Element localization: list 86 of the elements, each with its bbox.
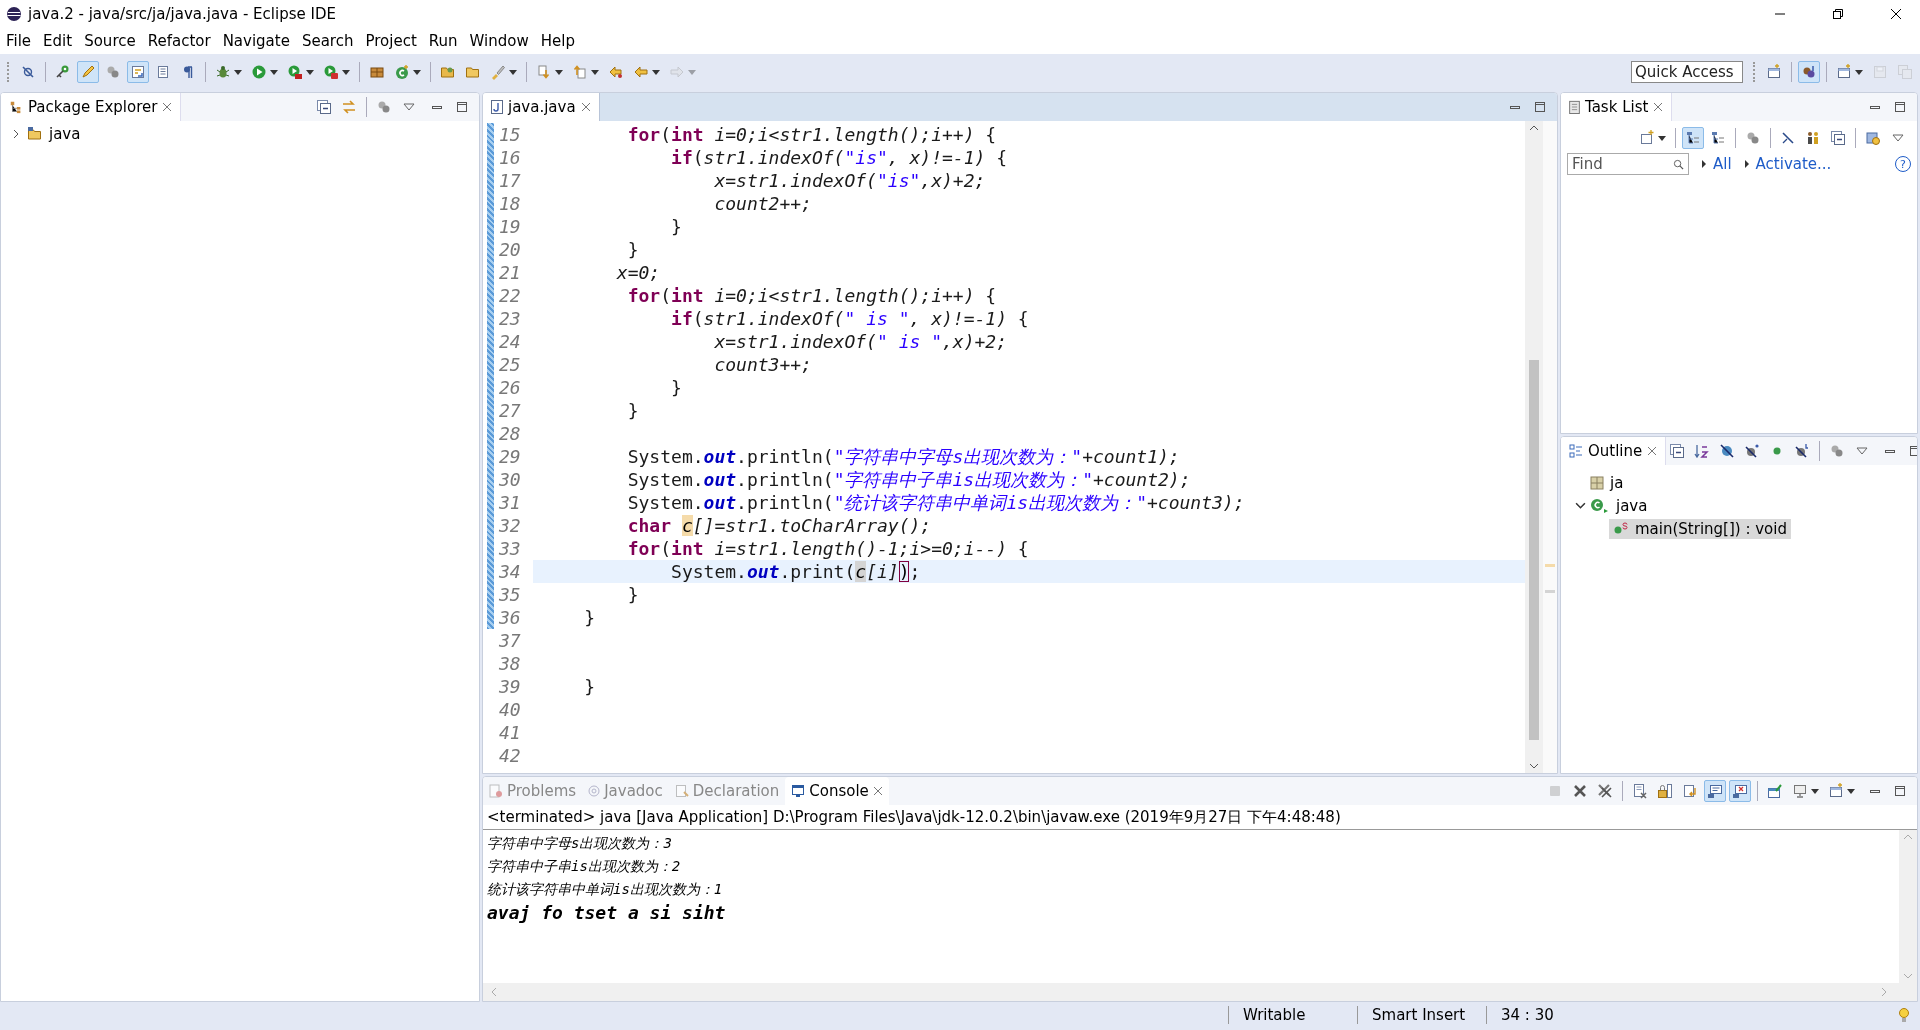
outline-icon	[1569, 444, 1583, 458]
console-output: avaj fo tset a si siht	[487, 901, 727, 924]
menu-item[interactable]: Project	[365, 32, 417, 50]
status-field: Smart Insert	[1357, 1006, 1486, 1024]
code-line: }	[583, 675, 596, 698]
line-number: 34	[495, 560, 533, 583]
view-tab[interactable]: Console	[785, 777, 889, 805]
code-line: count3++;	[713, 353, 812, 376]
code-line: if(str1.indexOf("is", x)!=-1) {	[670, 146, 1008, 169]
scroll-down-icon[interactable]	[1529, 763, 1539, 769]
pen-icon[interactable]	[77, 61, 99, 83]
quick-access-field[interactable]: Quick Access	[1631, 61, 1743, 83]
menu-item[interactable]: Search	[301, 32, 354, 50]
console-header: <terminated> java [Java Application] D:\Program Files\Java\jdk-12.0.2\bin\javaw.exe (2019年9月27日 下午4:48:48)	[483, 805, 1917, 830]
menu-item[interactable]: Help	[540, 32, 575, 50]
view-title: Outline	[1588, 442, 1643, 460]
triangle-icon	[1743, 159, 1750, 169]
code-line: for(int i=0;i<str1.length();i++) {	[626, 284, 997, 307]
find-field[interactable]: Find	[1567, 153, 1689, 175]
warning-list-icon	[489, 784, 503, 798]
code-line: System.out.println("字符串中子串is出现次数为："+count2);	[626, 468, 1191, 491]
view-tab[interactable]: Task List	[1561, 93, 1673, 121]
monitor-icon	[791, 784, 806, 798]
monitor-icon[interactable]	[1704, 780, 1726, 802]
code-line: count2++;	[713, 192, 812, 215]
code-line: }	[670, 376, 682, 399]
tree-icon[interactable]	[1682, 127, 1704, 149]
status-field: Writable	[1228, 1006, 1357, 1024]
code-line: x=0;	[615, 261, 661, 284]
menu-item[interactable]: Refactor	[147, 32, 211, 50]
cubes-icon[interactable]	[1798, 61, 1820, 83]
menu-item[interactable]: Source	[84, 32, 136, 50]
class-icon	[1590, 497, 1610, 514]
eclipse-logo-icon	[6, 6, 22, 22]
close-icon[interactable]	[1890, 8, 1902, 20]
code-line: System.out.println("字符串中字母s出现次数为："+count1);	[626, 445, 1180, 468]
chevron-icon[interactable]	[1575, 500, 1586, 511]
code-line: }	[670, 215, 682, 238]
code-line: System.out.println("统计该字符串中单词is出现次数为："+count3);	[626, 491, 1245, 514]
code-line: }	[583, 606, 596, 629]
view-title: Package Explorer	[28, 98, 158, 116]
code-line: if(str1.indexOf(" is ", x)!=-1) {	[670, 307, 1029, 330]
status-field: 34 : 30	[1486, 1006, 1568, 1024]
search-icon[interactable]	[1673, 159, 1684, 170]
package-tree-icon	[9, 100, 23, 114]
chevron-icon[interactable]	[11, 129, 21, 139]
folder-icon	[27, 126, 43, 142]
code-line: for(int i=0;i<str1.length();i++) {	[626, 123, 997, 146]
window-title: java.2 - java/src/ja/java.java - Eclipse IDE	[28, 5, 336, 23]
lightbulb-icon[interactable]	[1898, 1007, 1910, 1023]
triangle-icon	[1701, 159, 1707, 169]
view-tab[interactable]: Outline	[1561, 437, 1667, 465]
console-output: 字符串中字母s出现次数为：3	[487, 834, 673, 853]
code-line: x=str1.indexOf("is",x)+2;	[713, 169, 986, 192]
code-line: char c[]=str1.toCharArray();	[626, 514, 932, 537]
tree-item[interactable]: java	[1590, 495, 1652, 516]
code-line: }	[626, 583, 639, 606]
scroll-up-icon[interactable]	[1529, 125, 1539, 131]
tree-item[interactable]: ja	[1590, 472, 1628, 493]
restore-icon[interactable]	[1832, 8, 1844, 20]
document-icon	[674, 784, 689, 798]
menu-item[interactable]: Run	[428, 32, 458, 50]
editor-tab[interactable]: java.java	[483, 93, 600, 121]
code-line: }	[626, 399, 639, 422]
menu-item[interactable]: Window	[469, 32, 529, 50]
code-line: for(int i=str1.length()-1;i>=0;i--) {	[626, 537, 1029, 560]
view-title: Task List	[1585, 98, 1649, 116]
menu-item[interactable]: File	[6, 32, 32, 50]
tree-item[interactable]: main(String[]) : void	[1609, 518, 1791, 539]
menu-item[interactable]: Edit	[43, 32, 73, 50]
scroll-thumb[interactable]	[1529, 359, 1539, 741]
grid-icon	[1590, 475, 1604, 490]
code-line: System.out.print(c[i]);	[670, 560, 921, 583]
clipboard-icon	[1569, 100, 1580, 114]
at-sign-icon	[588, 785, 601, 797]
tree-item[interactable]: java	[7, 123, 473, 145]
link[interactable]: All	[1713, 155, 1732, 173]
menu-item[interactable]: Navigate	[222, 32, 290, 50]
code-line: }	[626, 238, 639, 261]
code-line: x=str1.indexOf(" is ",x)+2;	[713, 330, 1007, 353]
console-output: 统计该字符串中单词is出现次数为：1	[487, 880, 724, 899]
monitor-icon[interactable]	[1729, 780, 1751, 802]
console-output: 字符串中子串is出现次数为：2	[487, 857, 682, 876]
link[interactable]: Activate...	[1755, 155, 1832, 173]
view-tab[interactable]: Package Explorer	[1, 93, 182, 121]
java-file-icon	[491, 100, 503, 114]
